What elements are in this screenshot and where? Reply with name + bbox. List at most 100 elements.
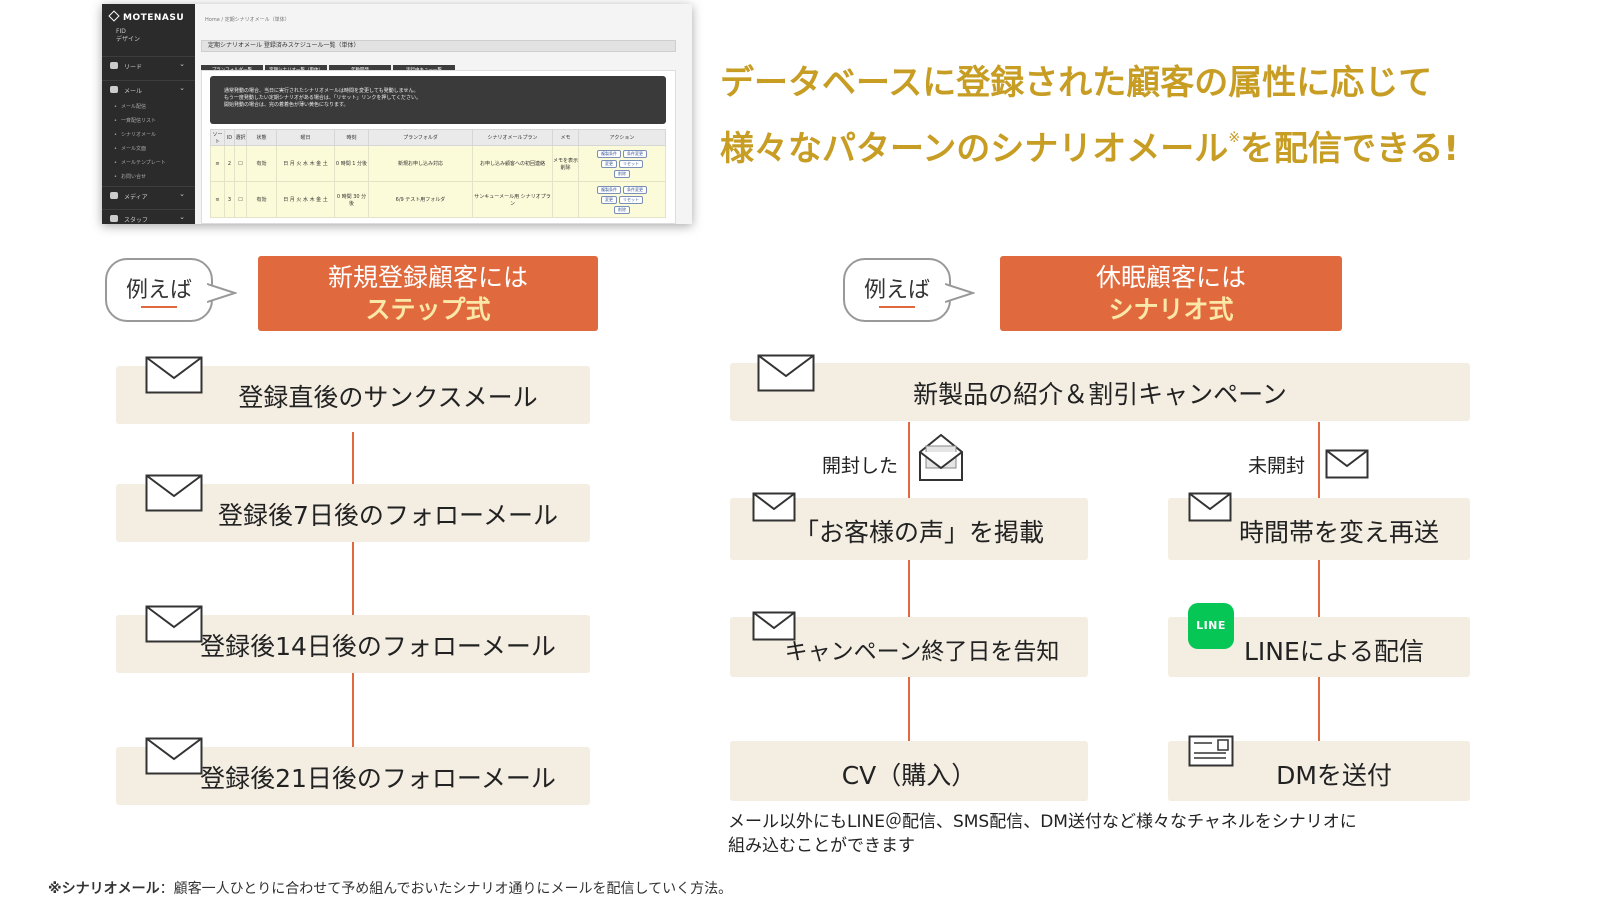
table-header-row: ソート ID 選択 状態 曜日 時刻 プランフォルダ シナリオメールプラン メモ… (210, 129, 666, 146)
column-header: ソート (210, 129, 225, 146)
campaign-text: 新製品の紹介＆割引キャンペーン (913, 380, 1287, 409)
media-icon (110, 192, 118, 199)
example-bubble-right: 例えば (843, 258, 975, 322)
account-info: FID デザイン (116, 28, 140, 44)
column-header: 時刻 (334, 129, 369, 146)
bubble-text: 例えば (125, 278, 192, 303)
row-plan: サンキューメール用 シナリオプラン (472, 181, 553, 218)
nav-sub-item[interactable]: メール配信 (114, 103, 146, 110)
table-row: ≡ 3 ☐ 有効 日 月 火 水 木 金 土 0 時間 30 分後 6/9 テス… (210, 181, 666, 218)
reset-button[interactable]: リセット (619, 159, 643, 168)
footnote: ※シナリオメール：顧客一人ひとりに合わせて予め組んでおいたシナリオ通りにメールを… (48, 878, 732, 898)
edit-button[interactable]: 変更 (601, 195, 617, 204)
nav-item-lead[interactable]: リード ⌄ (102, 56, 195, 74)
column-header: プランフォルダ (368, 129, 473, 146)
page-title: 定期シナリオメール 登録済みスケジュール一覧（単体） (201, 40, 676, 52)
app-sidebar: MOTENASU FID デザイン リード ⌄ メール ⌄ メール配信 一斉配信… (102, 4, 195, 224)
nav-item-mail[interactable]: メール ⌄ (102, 80, 195, 98)
row-days: 日 月 火 水 木 金 土 (276, 145, 335, 182)
mail-icon (110, 86, 118, 93)
opened-label: 開封した (822, 455, 899, 477)
app-screenshot: MOTENASU FID デザイン リード ⌄ メール ⌄ メール配信 一斉配信… (102, 4, 692, 224)
row-checkbox[interactable]: ☐ (234, 145, 247, 182)
row-folder: 6/9 テスト用フォルダ (368, 181, 473, 218)
staff-icon (110, 215, 118, 222)
row-memo[interactable] (552, 181, 579, 218)
row-id: 2 (224, 145, 235, 182)
unopened-branch-line (1318, 422, 1320, 782)
mail-icon (752, 492, 796, 522)
copy-condition-button[interactable]: 複製条件 (597, 149, 621, 158)
notice-line: 通常発動の場合、当日に実行されたシナリオメールは時間を変更しても発動しません。 (224, 88, 419, 94)
row-time: 0 時間 1 分後 (334, 145, 369, 182)
row-state[interactable]: 有効 (246, 181, 277, 218)
header-line-1: 休眠顧客には (1095, 263, 1246, 292)
nav-sub-item[interactable]: メールテンプレート (114, 159, 166, 166)
headline: データベースに登録された顧客の属性に応じて 様々なパターンのシナリオメール※を配… (720, 56, 1560, 177)
breadcrumb[interactable]: Home / 定期シナリオメール（単体） (205, 16, 290, 23)
header-line-1: 新規登録顧客には (327, 263, 528, 292)
nav-sub-item[interactable]: お問い合せ (114, 173, 146, 180)
row-id: 3 (224, 181, 235, 218)
mail-icon (145, 737, 203, 775)
tab-bar: プランフォルダ一覧定期シナリオ一覧（単体）年動開発実行中キュー一覧 (201, 56, 457, 77)
users-icon (110, 62, 118, 69)
row-state[interactable]: 有効 (246, 145, 277, 182)
edit-button[interactable]: 変更 (601, 159, 617, 168)
delete-button[interactable]: 削除 (614, 169, 630, 178)
mail-icon (1325, 449, 1369, 479)
opened-step-3: CV（購入） (730, 741, 1088, 801)
headline-line-1: データベースに登録された顧客の属性に応じて (720, 63, 1433, 103)
footnote-text: ：顧客一人ひとりに合わせて予め組んでおいたシナリオ通りにメールを配信していく方法… (159, 881, 733, 897)
nav-item-staff[interactable]: スタッフ ⌄ (102, 209, 195, 224)
drag-handle-icon[interactable]: ≡ (210, 181, 225, 218)
table-row: ≡ 2 ☐ 有効 日 月 火 水 木 金 土 0 時間 1 分後 新規お申し込み… (210, 145, 666, 182)
row-time: 0 時間 30 分後 (334, 181, 369, 218)
headline-line-2-end: を配信できる! (1240, 129, 1459, 169)
nav-sub-item[interactable]: メール文面 (114, 145, 146, 152)
delete-button[interactable]: 削除 (614, 205, 630, 214)
row-memo[interactable]: メモを表示 削除 (552, 145, 579, 182)
bubble-text: 例えば (863, 278, 930, 303)
header-line-2: ステップ式 (365, 295, 491, 324)
bubble-tail-icon (945, 283, 975, 303)
branch-step-text: CV（購入） (841, 761, 977, 790)
chevron-down-icon: ⌄ (179, 190, 185, 198)
channel-note-line-2: 組み込むことができます (728, 836, 915, 856)
row-folder: 新規お申し込み対応 (368, 145, 473, 182)
nav-label: スタッフ (124, 217, 149, 224)
channel-note: メール以外にもLINE＠配信、SMS配信、DM送付など様々なチャネルをシナリオに… (728, 810, 1428, 858)
column-header: 曜日 (276, 129, 335, 146)
campaign-box: 新製品の紹介＆割引キャンペーン (730, 363, 1470, 421)
chevron-down-icon: ⌄ (179, 84, 185, 92)
copy-condition-button[interactable]: 複製条件 (597, 185, 621, 194)
change-condition-button[interactable]: 条件変更 (623, 185, 647, 194)
notice-line: 開始発動の場合は、完の着着色が薄い黄色になります。 (224, 102, 349, 108)
drag-handle-icon[interactable]: ≡ (210, 145, 225, 182)
scenario-type-header: 休眠顧客には シナリオ式 (1000, 256, 1342, 331)
bubble-underline (879, 306, 915, 308)
headline-line-2-main: 様々なパターンのシナリオメール (720, 129, 1229, 169)
row-actions: 複製条件 条件変更 変更 リセット 削除 (578, 181, 666, 218)
schedule-table: ソート ID 選択 状態 曜日 時刻 プランフォルダ シナリオメールプラン メモ… (210, 129, 666, 218)
change-condition-button[interactable]: 条件変更 (623, 149, 647, 158)
example-bubble-left: 例えば (105, 258, 237, 322)
notice-line: もう一度発動したい定期シナリオがある場合は、「リセット」リンクを押してください。 (224, 95, 422, 101)
footnote-term: ※シナリオメール (48, 881, 160, 897)
account-id: FID (116, 28, 126, 35)
row-checkbox[interactable]: ☐ (234, 181, 247, 218)
nav-sub-item[interactable]: 一斉配信リスト (114, 117, 156, 124)
open-mail-icon (919, 433, 963, 481)
nav-item-media[interactable]: メディア ⌄ (102, 186, 195, 204)
nav-label: メディア (124, 194, 148, 201)
nav-sub-item[interactable]: シナリオメール (114, 131, 156, 138)
column-header: アクション (578, 129, 666, 146)
headline-line-2: 様々なパターンのシナリオメール※を配信できる! (720, 111, 1560, 177)
nav-label: メール (124, 88, 143, 95)
channel-note-line-1: メール以外にもLINE＠配信、SMS配信、DM送付など様々なチャネルをシナリオに (728, 812, 1357, 832)
notice-box: 通常発動の場合、当日に実行されたシナリオメールは時間を変更しても発動しません。 … (210, 76, 666, 124)
row-days: 日 月 火 水 木 金 土 (276, 181, 335, 218)
unopened-label: 未開封 (1248, 455, 1306, 477)
reset-button[interactable]: リセット (619, 195, 643, 204)
nav-label: リード (124, 64, 143, 71)
